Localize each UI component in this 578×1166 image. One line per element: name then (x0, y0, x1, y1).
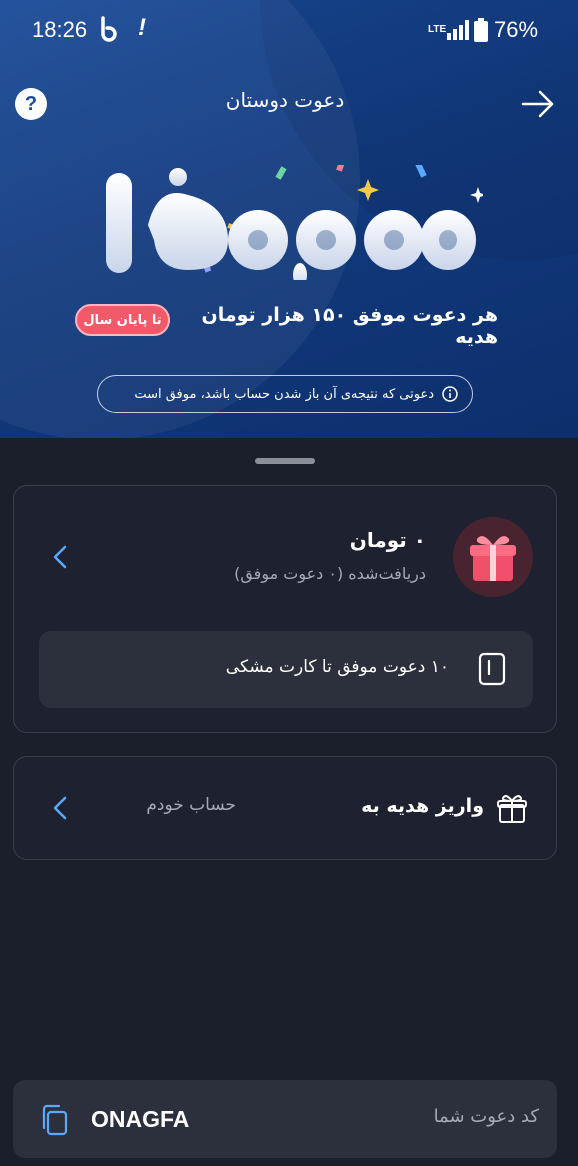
promo-text: هر دعوت موفق ۱۵۰ هزار تومان هدیه (201, 304, 498, 348)
received-summary: دریافت‌شده (۰ دعوت موفق) (234, 564, 426, 583)
status-time: 18:26 (32, 17, 88, 42)
help-button[interactable]: ? (15, 88, 47, 120)
invite-code-bar: ONAGFA کد دعوت شما (13, 1080, 557, 1158)
deposit-card[interactable]: حساب خودم واریز هدیه به (13, 756, 557, 860)
invite-friends-screen: 18:26 ! LTE 76% ? دعوت دوستان هر دعوت مو… (0, 0, 578, 1166)
battery-icon (474, 18, 488, 42)
info-icon (442, 386, 458, 402)
note-text: دعوتی که نتیجه‌ی آن باز شدن حساب باشد، م… (134, 386, 434, 402)
gift-icon (453, 517, 533, 597)
invite-code-label: کد دعوت شما (433, 1106, 539, 1127)
milestone-row: ۱۰ دعوت موفق تا کارت مشکی (39, 631, 533, 708)
milestone-text: ۱۰ دعوت موفق تا کارت مشکی (225, 657, 449, 677)
hero-banner: 18:26 ! LTE 76% ? دعوت دوستان هر دعوت مو… (0, 0, 578, 438)
success-note: دعوتی که نتیجه‌ی آن باز شدن حساب باشد، م… (97, 375, 473, 413)
network-type: LTE (428, 24, 447, 35)
page-title: دعوت دوستان (225, 88, 345, 112)
reward-amount-artwork (106, 165, 483, 280)
received-amount: ۰ تومان (349, 528, 426, 552)
promo-badge: تا پایان سال (75, 304, 170, 336)
alert-icon: ! (138, 14, 146, 41)
card-icon (478, 652, 506, 686)
status-bar: 18:26 ! LTE 76% (0, 0, 578, 60)
rewards-card[interactable]: ۰ تومان دریافت‌شده (۰ دعوت موفق) ۱۰ دعوت… (13, 485, 557, 733)
deposit-label: واریز هدیه به (361, 795, 484, 817)
gift-outline-icon (497, 795, 527, 823)
question-circle-icon: ? (24, 92, 38, 115)
back-button[interactable] (520, 88, 556, 120)
chevron-left-icon[interactable] (52, 544, 68, 570)
sheet-handle[interactable] (255, 458, 315, 464)
deposit-account: حساب خودم (146, 795, 236, 815)
battery-percent: 76% (494, 17, 539, 42)
copy-icon[interactable] (39, 1104, 69, 1136)
balloon-digits (106, 168, 476, 280)
invite-code-value[interactable]: ONAGFA (91, 1106, 251, 1136)
arrow-right-icon (521, 90, 554, 118)
chevron-left-icon[interactable] (52, 795, 68, 821)
signal-icon (447, 20, 469, 40)
bale-app-icon (101, 16, 117, 42)
